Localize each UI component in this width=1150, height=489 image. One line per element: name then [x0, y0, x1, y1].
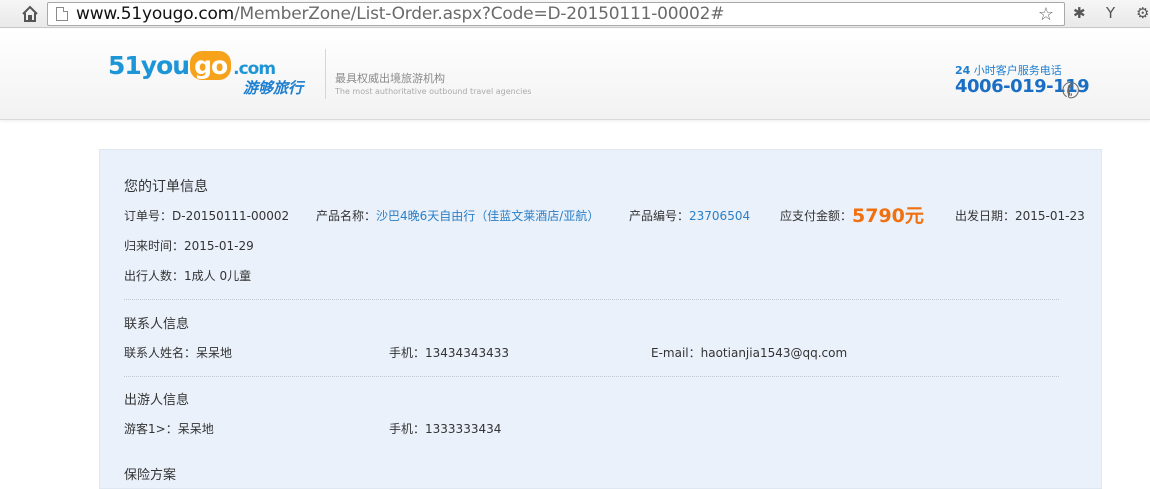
logo-chinese-name: 游够旅行: [243, 79, 304, 97]
departure-date-value: 2015-01-23: [1015, 209, 1085, 223]
section-divider: [124, 299, 1059, 300]
insurance-title: 保险方案: [124, 468, 177, 483]
traveler-count-label: 出行人数：: [124, 269, 185, 283]
amount-due-label: 应支付金额：: [780, 209, 853, 223]
contact-email-label: E-mail：: [651, 346, 701, 360]
contact-email-value: haotianjia1543@qq.com: [700, 346, 848, 360]
contact-phone-value: 13434343433: [425, 346, 509, 360]
product-name-link[interactable]: 沙巴4晚6天自由行（佳蓝文莱酒店/亚航）: [376, 209, 599, 223]
product-code: 产品编号：23706504: [629, 207, 750, 224]
traveler-phone: 手机：1333333434: [389, 420, 501, 437]
contact-phone-label: 手机：: [389, 346, 426, 360]
contact-name-label: 联系人姓名：: [124, 346, 197, 360]
browser-toolbar: www.51yougo.com/MemberZone/List-Order.as…: [0, 0, 1150, 28]
logo-wordmark: 51you go .com: [108, 51, 276, 80]
order-panel: 您的订单信息 订单号：D-20150111-00002 产品名称：沙巴4晚6天自…: [99, 149, 1102, 489]
extension-bug-icon[interactable]: ✱: [1073, 4, 1086, 22]
contact-phone: 手机：13434343433: [389, 344, 509, 361]
departure-date-label: 出发日期：: [955, 209, 1016, 223]
page-icon: [56, 7, 68, 21]
return-date-value: 2015-01-29: [184, 239, 254, 253]
contact-email: E-mail：haotianjia1543@qq.com: [651, 344, 847, 361]
traveler-item: 游客1>：呆呆地: [124, 420, 214, 437]
amount-due: 应支付金额：5790元: [780, 201, 924, 228]
url-path: /MemberZone/List-Order.aspx?Code=D-20150…: [234, 4, 725, 24]
logo-com-text: .com: [233, 59, 276, 79]
traveler-count: 出行人数：1成人 0儿童: [124, 267, 251, 284]
extension-fork-icon[interactable]: Y: [1106, 4, 1115, 22]
header-divider: [325, 49, 326, 99]
traveler-phone-value: 1333333434: [425, 422, 502, 436]
contact-info-title: 联系人信息: [124, 317, 190, 332]
site-header: 51you go .com 游够旅行 最具权威出境旅游机构 The most aut…: [0, 29, 1150, 120]
product-name: 产品名称：沙巴4晚6天自由行（佳蓝文莱酒店/亚航）: [316, 207, 599, 224]
traveler-item-label: 游客1>：: [124, 422, 178, 436]
logo-main-text: 51you: [108, 51, 190, 80]
order-info-title: 您的订单信息: [124, 179, 208, 195]
order-number-value: D-20150111-00002: [172, 209, 290, 223]
contact-name-value: 呆呆地: [196, 346, 233, 360]
product-code-link[interactable]: 23706504: [689, 209, 750, 223]
order-number: 订单号：D-20150111-00002: [124, 207, 289, 224]
home-icon[interactable]: [20, 4, 40, 24]
site-logo[interactable]: 51you go .com 游够旅行: [108, 51, 320, 103]
url-text[interactable]: www.51yougo.com/MemberZone/List-Order.as…: [76, 4, 724, 24]
traveler-phone-label: 手机：: [389, 422, 426, 436]
traveler-count-value: 1成人 0儿童: [184, 269, 252, 283]
contact-name: 联系人姓名：呆呆地: [124, 344, 232, 361]
product-name-label: 产品名称：: [316, 209, 377, 223]
amount-due-value: 5790元: [852, 205, 924, 227]
traveler-item-name: 呆呆地: [177, 422, 214, 436]
traveler-info-title: 出游人信息: [124, 393, 190, 408]
settings-gear-icon[interactable]: ⚙: [1136, 4, 1149, 22]
address-bar[interactable]: www.51yougo.com/MemberZone/List-Order.as…: [47, 2, 1065, 26]
logo-go-badge: go: [190, 51, 232, 80]
bookmark-star-icon[interactable]: ☆: [1038, 4, 1054, 25]
departure-date: 出发日期：2015-01-23: [955, 207, 1085, 224]
url-host: www.51yougo.com: [76, 4, 235, 24]
slogan-english: The most authoritative outbound travel a…: [335, 87, 532, 96]
slogan-chinese: 最具权威出境旅游机构: [335, 72, 445, 85]
product-code-label: 产品编号：: [629, 209, 690, 223]
return-date: 归来时间：2015-01-29: [124, 237, 254, 254]
section-divider: [124, 376, 1059, 377]
return-date-label: 归来时间：: [124, 239, 185, 253]
order-number-label: 订单号：: [124, 209, 173, 223]
